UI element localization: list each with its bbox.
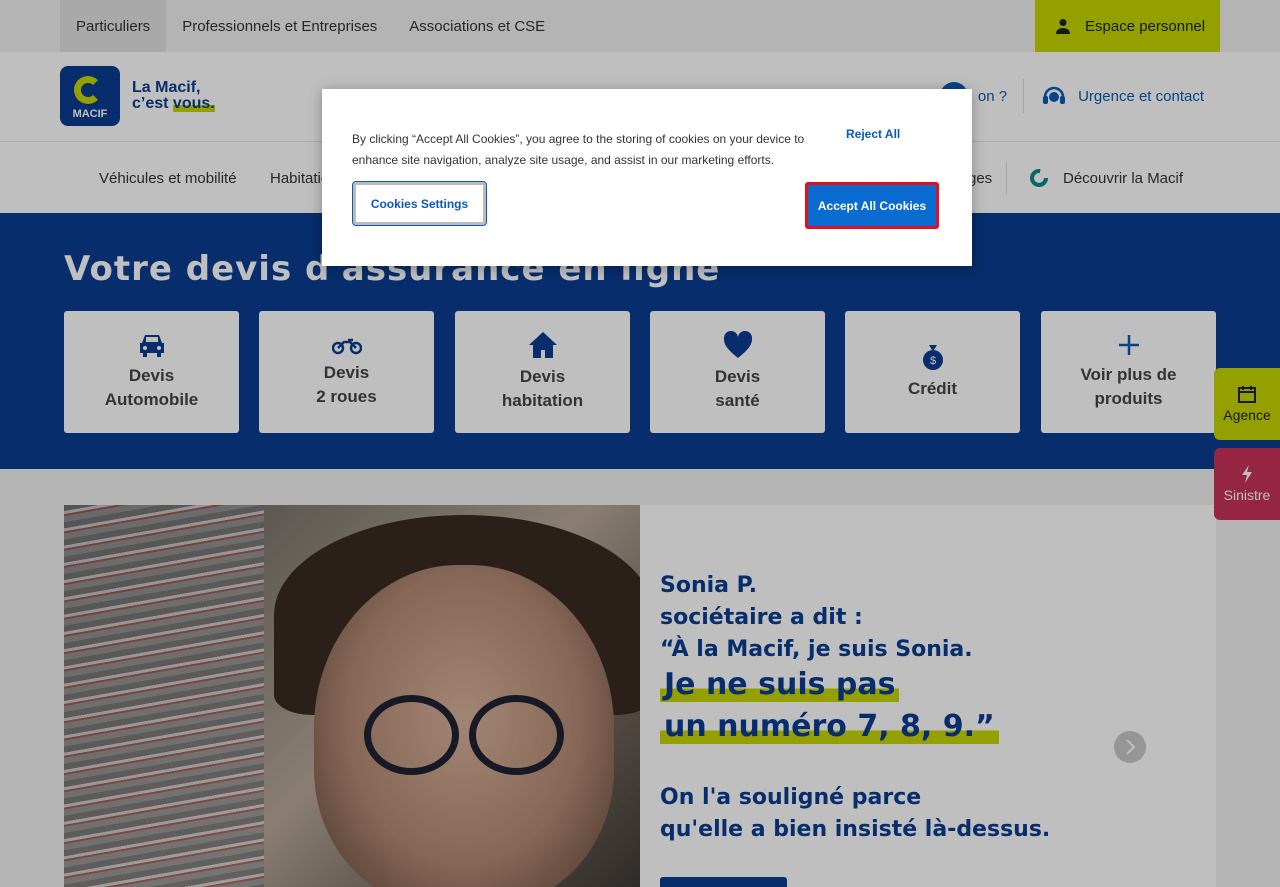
cookies-settings-button[interactable]: Cookies Settings [352,181,487,226]
cookie-message: By clicking “Accept All Cookies”, you ag… [352,132,805,167]
cookie-consent-dialog: By clicking “Accept All Cookies”, you ag… [322,89,972,266]
reject-all-button[interactable]: Reject All [846,127,900,141]
accept-all-cookies-button[interactable]: Accept All Cookies [805,182,939,229]
